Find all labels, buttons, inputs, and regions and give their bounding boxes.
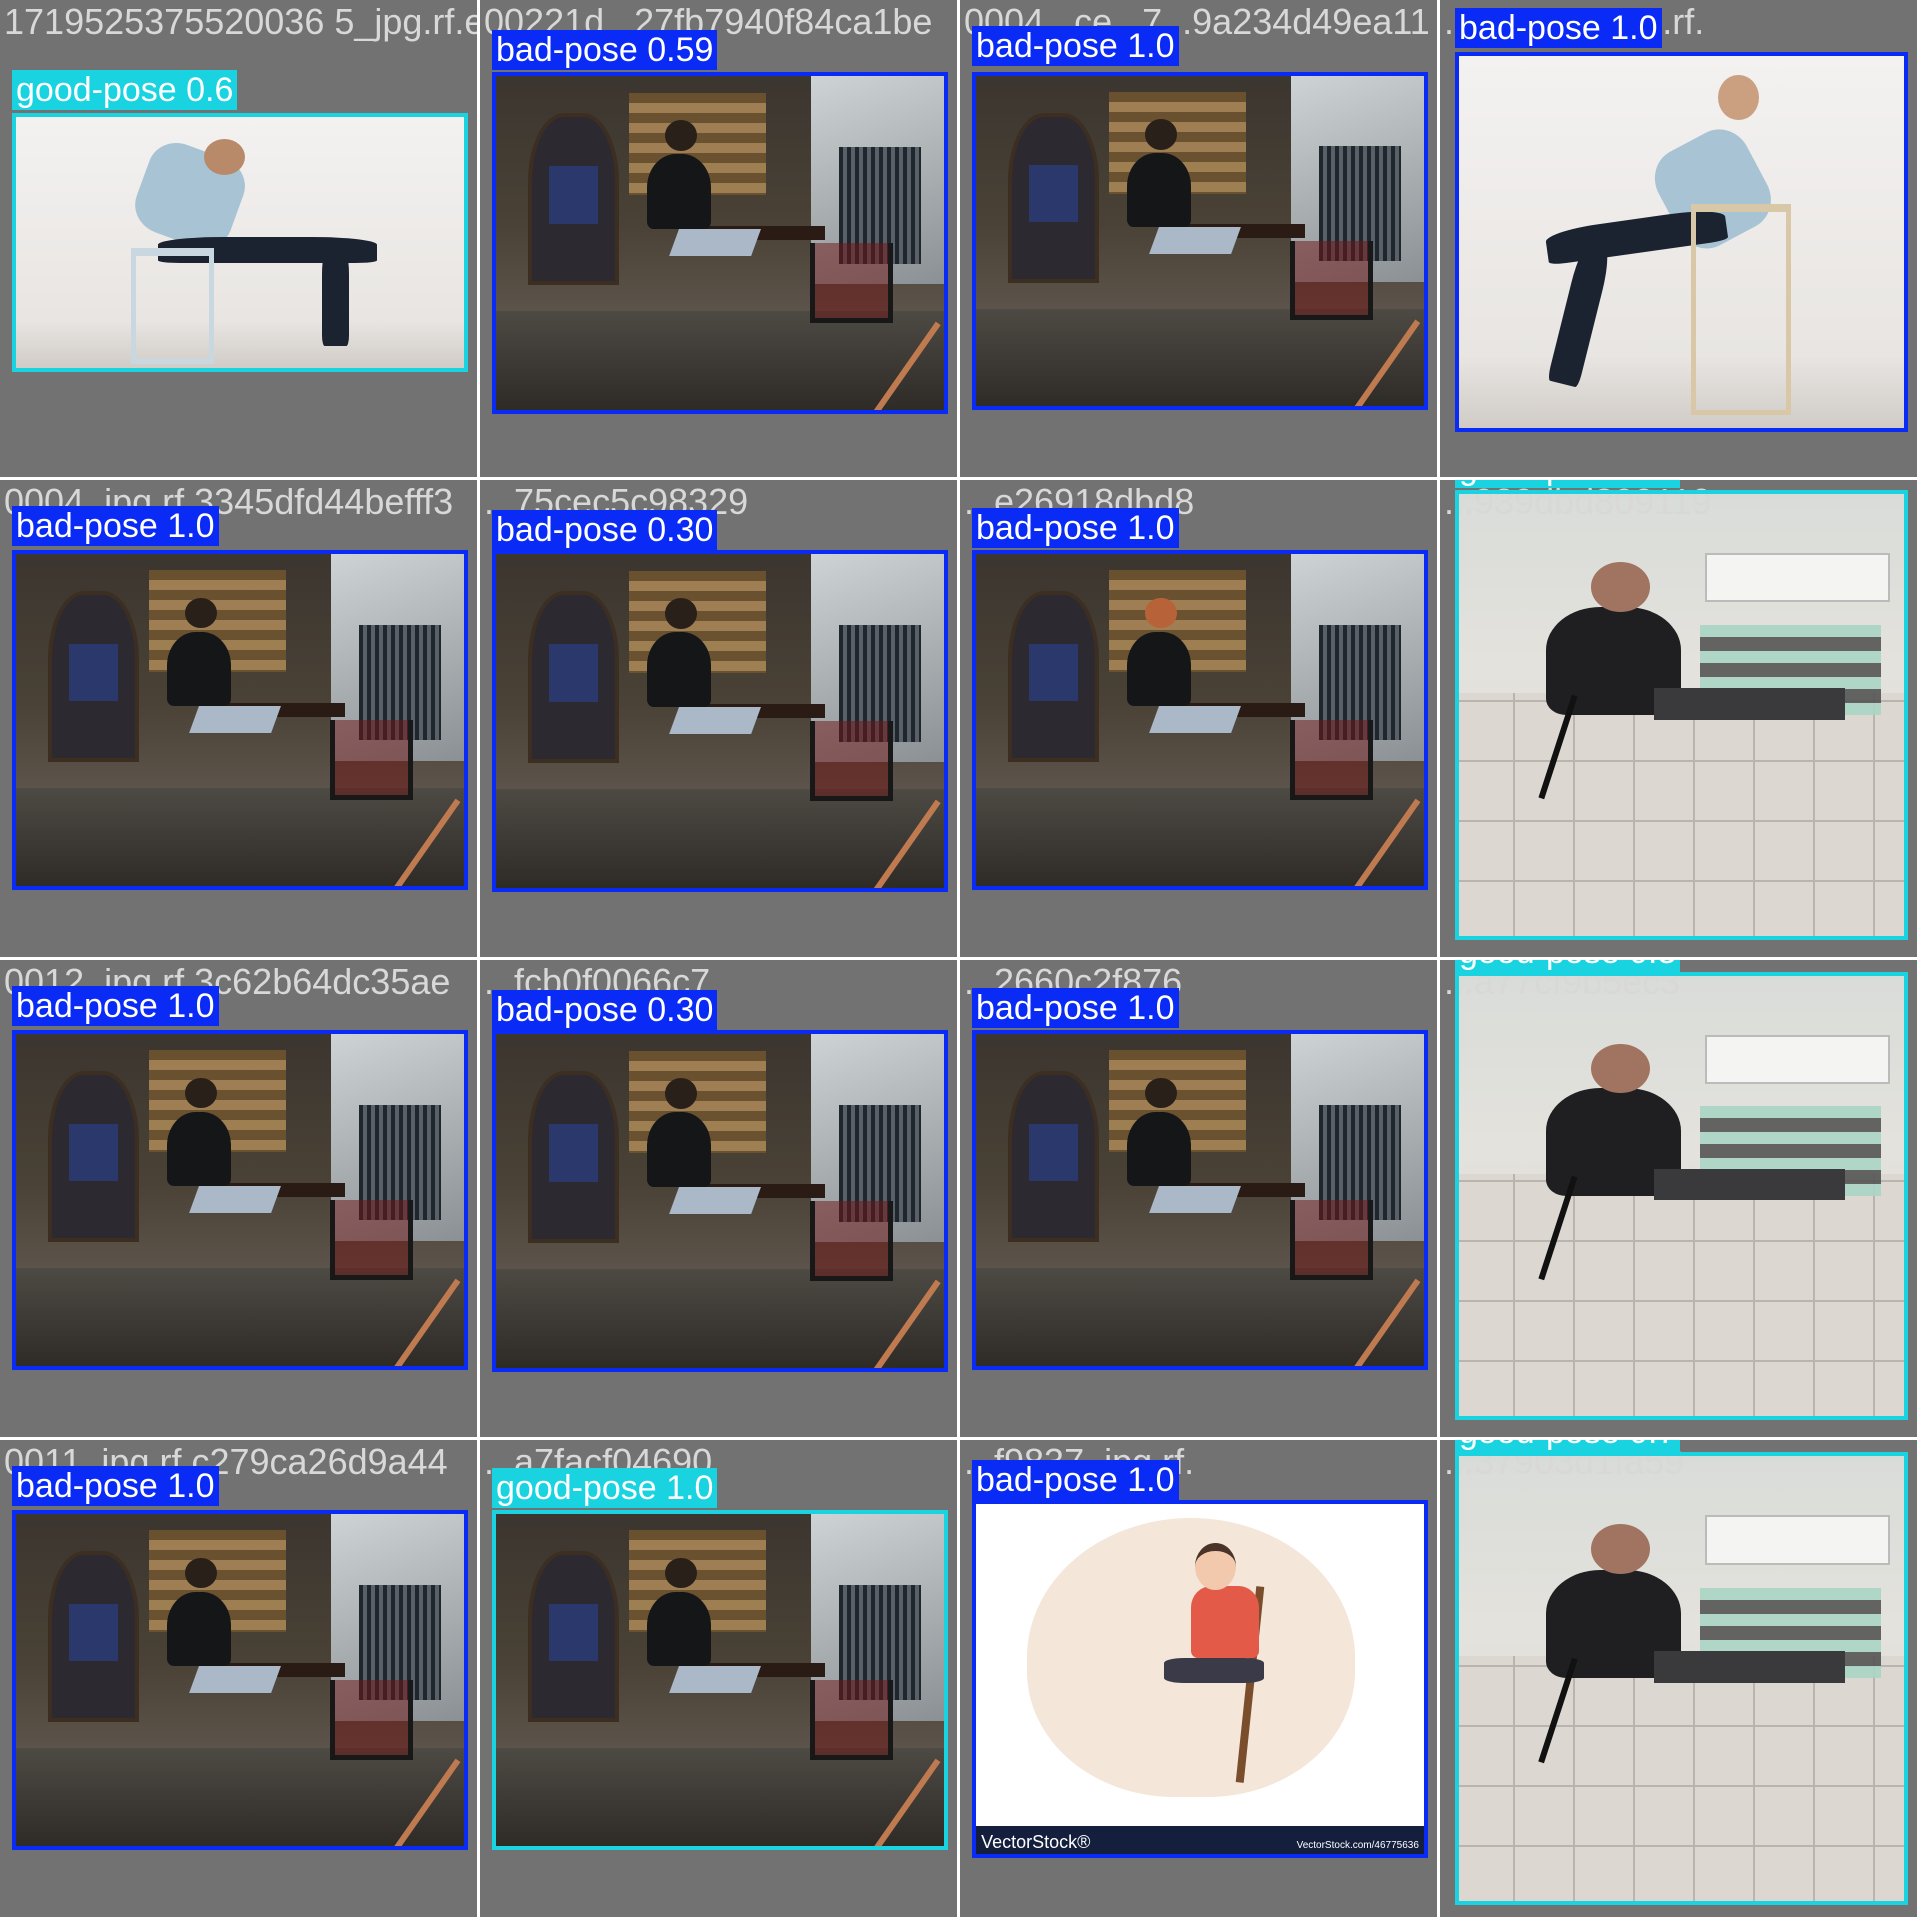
detection-label: good-pose 0.5 xyxy=(1455,480,1681,488)
bounding-box xyxy=(12,1510,468,1850)
result-tile: 1719525375520036 5_jpg.rf.e good-pose 0.6 xyxy=(0,0,480,480)
detection-label: bad-pose 1.0 xyxy=(12,506,219,546)
result-tile: ...75cec5c98329 bad-pose 0.30 xyxy=(480,480,960,960)
bounding-box xyxy=(12,113,468,372)
detection-label: good-pose 0.7 xyxy=(1455,1440,1681,1452)
result-tile: 0004...ce...7...9a234d49ea11 bad-pose 1.0 xyxy=(960,0,1440,480)
detection-label: bad-pose 0.59 xyxy=(492,30,718,70)
bounding-box xyxy=(1455,490,1908,940)
result-tile: ...a77cf9b5ec3good-pose 0.8 xyxy=(1440,960,1920,1440)
detection-label: bad-pose 1.0 xyxy=(1455,8,1662,48)
detection-label: bad-pose 1.0 xyxy=(972,26,1179,66)
result-tile: ...939dbd809119good-pose 0.5 xyxy=(1440,480,1920,960)
result-tile: 00221d...27fb7940f84ca1be bad-pose 0.59 xyxy=(480,0,960,480)
bounding-box xyxy=(972,1030,1428,1370)
detection-label: good-pose 0.6 xyxy=(12,70,238,110)
detection-label: bad-pose 0.30 xyxy=(492,510,718,550)
bounding-box xyxy=(12,1030,468,1370)
detection-label: bad-pose 1.0 xyxy=(972,508,1179,548)
result-tile: 0004_jpg.rf.3345dfd44befff3 bad-pose 1.0 xyxy=(0,480,480,960)
bounding-box xyxy=(1455,972,1908,1420)
bounding-box xyxy=(1455,1452,1908,1905)
result-tile: 0012_jpg.rf.3c62b64dc35ae bad-pose 1.0 xyxy=(0,960,480,1440)
detection-label: bad-pose 0.30 xyxy=(492,990,718,1030)
bounding-box xyxy=(1455,52,1908,432)
bounding-box xyxy=(12,550,468,890)
bounding-box xyxy=(492,1030,948,1372)
bounding-box xyxy=(492,550,948,892)
image-filename: 1719525375520036 5_jpg.rf.e xyxy=(4,1,480,42)
result-tile: VectorStock®VectorStock.com/46775636...f… xyxy=(960,1440,1440,1920)
detection-label: bad-pose 1.0 xyxy=(12,1466,219,1506)
detection-grid: 1719525375520036 5_jpg.rf.e good-pose 0.6… xyxy=(0,0,1920,1920)
bounding-box xyxy=(972,1500,1428,1858)
result-tile: ...a7facf04690 good-pose 1.0 xyxy=(480,1440,960,1920)
result-tile: ...fcb0f0066c7 bad-pose 0.30 xyxy=(480,960,960,1440)
bounding-box xyxy=(492,72,948,414)
detection-label: bad-pose 1.0 xyxy=(972,1460,1179,1500)
result-tile: 0011_jpg.rf.c279ca26d9a44 bad-pose 1.0 xyxy=(0,1440,480,1920)
result-tile: ...2660c2f876 bad-pose 1.0 xyxy=(960,960,1440,1440)
bounding-box xyxy=(492,1510,948,1850)
result-tile: ...37903d1fa59good-pose 0.7 xyxy=(1440,1440,1920,1920)
detection-label: good-pose 1.0 xyxy=(492,1468,718,1508)
bounding-box xyxy=(972,72,1428,410)
detection-label: good-pose 0.8 xyxy=(1455,960,1681,972)
detection-label: bad-pose 1.0 xyxy=(972,988,1179,1028)
result-tile: ...083708_jpg.rf.bad-pose 1.0 xyxy=(1440,0,1920,480)
detection-label: bad-pose 1.0 xyxy=(12,986,219,1026)
bounding-box xyxy=(972,550,1428,890)
result-tile: ...e26918dbd8 bad-pose 1.0 xyxy=(960,480,1440,960)
